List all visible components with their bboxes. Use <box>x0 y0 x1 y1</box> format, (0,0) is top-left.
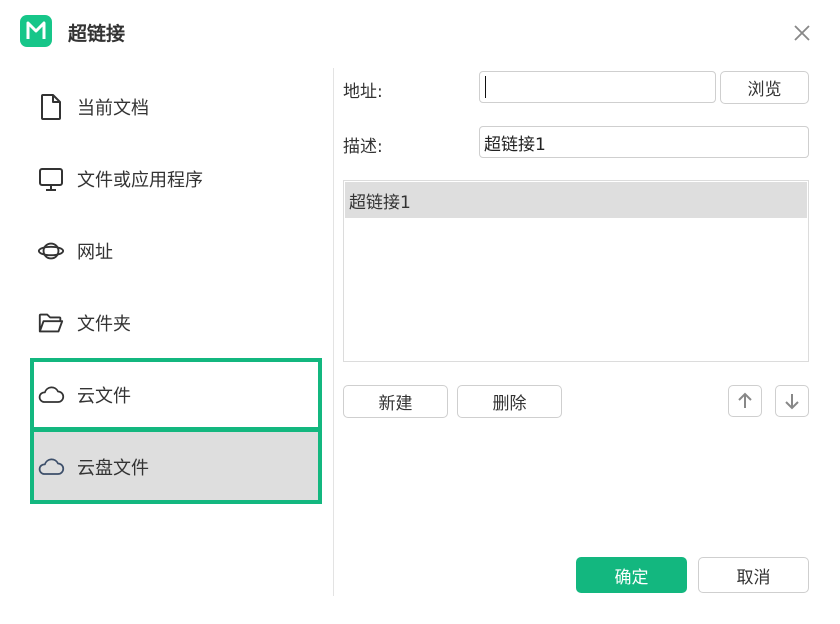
nav-item-label: 文件或应用程序 <box>77 170 203 191</box>
move-down-button[interactable] <box>775 385 809 417</box>
arrow-down-icon <box>785 394 799 410</box>
description-value: 超链接1 <box>484 134 546 155</box>
move-up-button[interactable] <box>728 385 762 417</box>
document-icon <box>37 93 65 121</box>
description-input[interactable]: 超链接1 <box>479 126 809 158</box>
nav-item-label: 云盘文件 <box>77 458 149 479</box>
nav-item-label: 文件夹 <box>77 314 131 335</box>
highlight-annotation-divider <box>30 427 322 432</box>
nav-item-current-document[interactable]: 当前文档 <box>30 71 322 143</box>
nav-item-folder[interactable]: 文件夹 <box>30 287 322 359</box>
address-input[interactable] <box>479 71 716 103</box>
panel-divider <box>333 68 334 596</box>
delete-button[interactable]: 删除 <box>457 385 562 418</box>
nav-item-cloud-file[interactable]: 云文件 <box>30 359 322 431</box>
cancel-button[interactable]: 取消 <box>698 557 809 593</box>
planet-icon <box>37 237 65 265</box>
close-icon[interactable] <box>792 23 812 43</box>
nav-item-label: 当前文档 <box>77 98 149 119</box>
ok-button[interactable]: 确定 <box>576 557 687 593</box>
cloud-icon <box>37 453 65 481</box>
hyperlink-list[interactable]: 超链接1 <box>343 180 809 362</box>
monitor-icon <box>37 165 65 193</box>
new-button[interactable]: 新建 <box>343 385 448 418</box>
dialog-title: 超链接 <box>68 23 126 45</box>
browse-button[interactable]: 浏览 <box>720 71 809 104</box>
cloud-icon <box>37 381 65 409</box>
nav-item-file-or-app[interactable]: 文件或应用程序 <box>30 143 322 215</box>
list-item-label: 超链接1 <box>349 192 411 213</box>
text-caret <box>485 76 486 98</box>
arrow-up-icon <box>738 392 752 408</box>
folder-icon <box>37 309 65 337</box>
nav-item-url[interactable]: 网址 <box>30 215 322 287</box>
nav-item-label: 云文件 <box>77 386 131 407</box>
description-label: 描述: <box>343 137 383 157</box>
nav-item-label: 网址 <box>77 242 113 263</box>
mindmaster-logo-icon <box>26 21 46 39</box>
app-logo <box>20 15 52 47</box>
list-item[interactable]: 超链接1 <box>345 182 807 218</box>
address-label: 地址: <box>343 82 383 102</box>
nav-item-cloud-drive-file[interactable]: 云盘文件 <box>30 431 322 503</box>
